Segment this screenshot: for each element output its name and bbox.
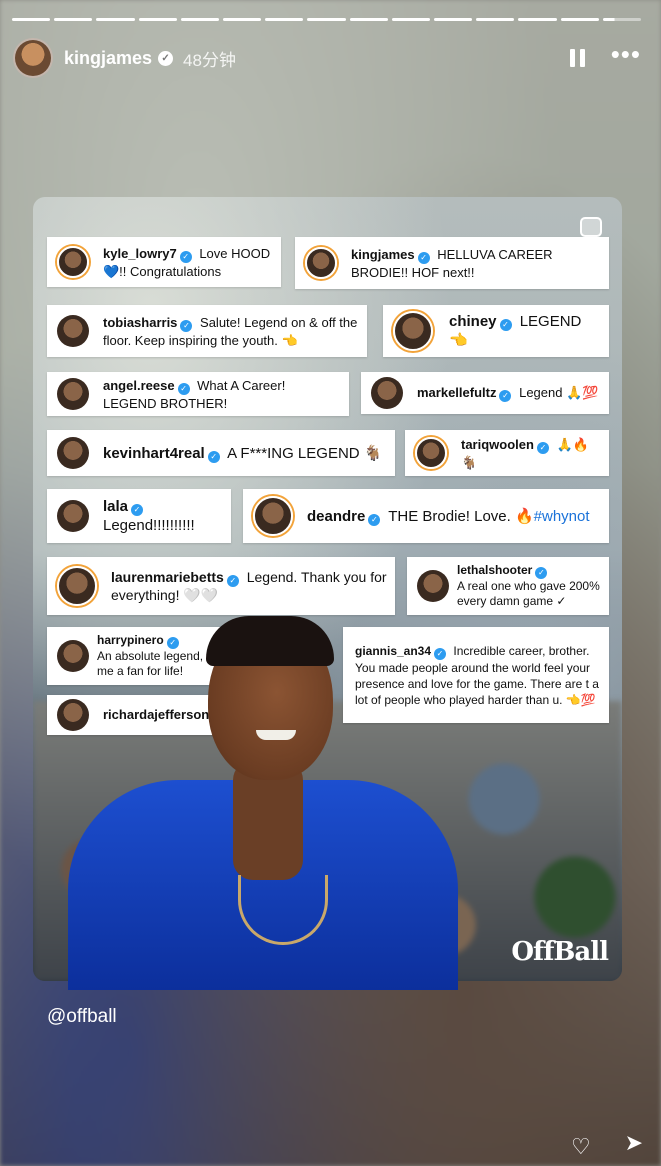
commenter-avatar	[57, 500, 89, 532]
progress-segment	[223, 18, 262, 21]
verified-badge-icon: ✓	[158, 50, 174, 66]
progress-segment	[307, 18, 346, 21]
comment-text: A real one who gave 200% every damn game…	[457, 579, 600, 608]
player-hair	[206, 616, 334, 666]
heart-icon[interactable]: ♡	[571, 1134, 601, 1159]
comment-username: kyle_lowry7	[103, 245, 177, 261]
comment-username: tobiasharris	[103, 314, 178, 330]
comment-text: THE Brodie! Love. 🔥	[384, 507, 534, 525]
comment-username: lethalshooter	[457, 563, 533, 577]
commenter-avatar	[393, 311, 433, 351]
progress-segment	[180, 18, 220, 21]
progress-segment	[54, 18, 93, 21]
comment-card: lala ✓ Legend!!!!!!!!!!	[47, 489, 231, 543]
offball-logo: OffBall	[511, 937, 609, 967]
comment-username: tariqwoolen	[461, 436, 534, 452]
source-handle-link[interactable]: @offball	[47, 1006, 117, 1028]
commenter-avatar	[415, 437, 447, 469]
comment-username: laurenmariebetts	[111, 568, 224, 585]
story-header: kingjames ✓ 48分钟 •••	[13, 38, 641, 78]
verified-icon: ✓	[499, 319, 512, 331]
comment-username: kevinhart4real	[103, 444, 205, 462]
commenter-avatar	[57, 246, 89, 278]
commenter-avatar	[417, 570, 449, 602]
commenter-avatar	[57, 437, 89, 469]
commenter-avatar	[57, 378, 89, 410]
more-options-icon[interactable]: •••	[611, 41, 641, 67]
progress-segment	[518, 18, 557, 21]
comment-card: laurenmariebetts ✓ Legend. Thank you for …	[47, 557, 395, 615]
comment-card: tariqwoolen ✓ 🙏🔥🐐	[405, 430, 609, 476]
progress-segment	[560, 18, 599, 21]
comment-username: lala	[103, 498, 129, 515]
progress-segment	[265, 18, 304, 21]
comment-text: Legend 🙏💯	[515, 385, 599, 400]
progress-segment	[391, 18, 431, 21]
comment-username: chiney	[449, 313, 497, 330]
story-timestamp: 48分钟	[183, 50, 236, 70]
comment-card: angel.reese ✓ What A Career! LEGEND BROTH…	[47, 372, 349, 416]
progress-segment	[12, 18, 51, 21]
verified-icon: ✓	[177, 382, 190, 395]
progress-segment	[349, 18, 388, 21]
verified-icon: ✓	[499, 390, 512, 402]
send-icon[interactable]: ➤	[625, 1130, 643, 1156]
comment-username: markellefultz	[417, 385, 497, 400]
commenter-avatar	[371, 377, 403, 409]
commenter-avatar	[57, 315, 89, 347]
comment-text: A F***ING LEGEND 🐐	[223, 444, 383, 462]
hashtag-link[interactable]: #whynot	[534, 508, 590, 525]
progress-segment	[476, 18, 515, 21]
avatar[interactable]	[13, 38, 53, 78]
player-photo	[68, 616, 458, 990]
comment-card: kevinhart4real ✓ A F***ING LEGEND 🐐	[47, 430, 395, 476]
comment-username: deandre	[307, 507, 366, 525]
pause-icon[interactable]	[569, 49, 585, 67]
comment-card: lethalshooter ✓ A real one who gave 200% e…	[407, 557, 609, 615]
commenter-avatar	[305, 247, 337, 279]
verified-icon: ✓	[536, 441, 549, 454]
verified-icon: ✓	[207, 450, 220, 463]
comment-text: Legend!!!!!!!!!!	[103, 517, 195, 534]
progress-segment-current	[602, 18, 642, 21]
progress-segment	[96, 18, 135, 21]
verified-icon: ✓	[180, 319, 193, 332]
commenter-avatar	[253, 496, 293, 536]
story-progress-bar	[12, 18, 642, 21]
comment-username: kingjames	[351, 246, 415, 262]
comment-card: deandre ✓ THE Brodie! Love. 🔥#whynot	[243, 489, 609, 543]
comment-card: tobiasharris ✓ Salute! Legend on & off th…	[47, 305, 367, 357]
verified-icon: ✓	[368, 513, 381, 526]
verified-icon: ✓	[417, 251, 430, 264]
comment-card: kyle_lowry7 ✓ Love HOOD💙!! Congratulation…	[47, 237, 281, 287]
verified-icon: ✓	[226, 574, 239, 587]
commenter-avatar	[57, 566, 97, 606]
player-smile	[256, 730, 296, 740]
progress-segment	[434, 18, 473, 21]
verified-icon: ✓	[179, 250, 192, 263]
multi-post-icon	[580, 217, 602, 237]
comment-card: kingjames ✓ HELLUVA CAREER BRODIE!! HOF n…	[295, 237, 609, 289]
verified-icon: ✓	[535, 567, 548, 579]
comment-card: markellefultz ✓ Legend 🙏💯	[361, 372, 609, 414]
progress-segment	[138, 18, 177, 21]
story-username[interactable]: kingjames	[64, 48, 152, 69]
verified-icon: ✓	[131, 504, 144, 516]
comment-card: chiney ✓ LEGEND 👈	[383, 305, 609, 357]
comment-username: angel.reese	[103, 377, 175, 393]
